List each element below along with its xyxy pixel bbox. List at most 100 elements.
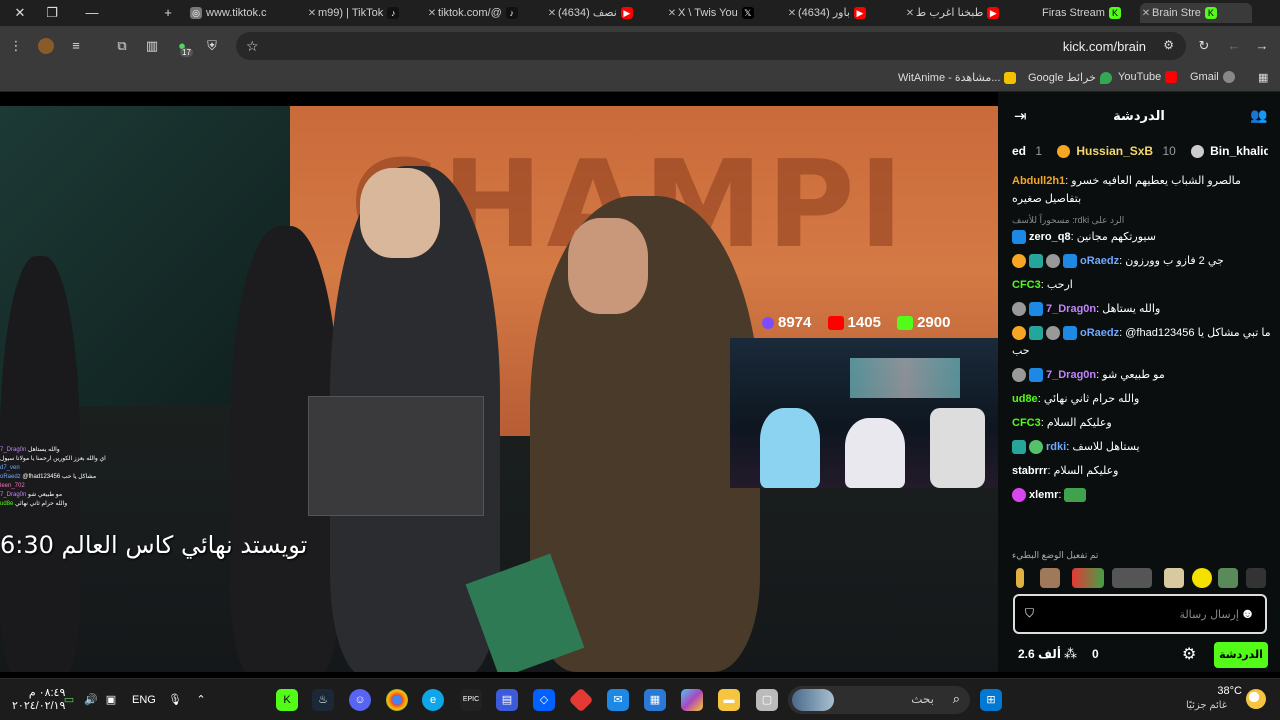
epic-games-icon[interactable]: EPIC	[460, 689, 482, 711]
tiktok-icon: ♪	[505, 7, 518, 20]
menu-dots-icon[interactable]: ⋮	[8, 38, 24, 54]
reload-icon[interactable]: ↻	[1196, 38, 1212, 54]
close-tab-icon[interactable]: ✕	[306, 4, 318, 23]
mail-icon[interactable]: ✉	[607, 689, 629, 711]
close-tab-icon[interactable]: ✕	[786, 4, 798, 23]
taskbar-search[interactable]: بحث ⌕	[788, 686, 970, 714]
bookmark-google-maps[interactable]: Google خرائط	[1028, 71, 1112, 85]
close-tab-icon[interactable]: ✕	[1140, 4, 1152, 23]
volume-icon[interactable]: 🔊	[80, 689, 102, 711]
chat-settings-icon[interactable]: ⚙	[1182, 644, 1196, 664]
people-icon: ⁂	[1064, 646, 1077, 661]
bookmark-witanime[interactable]: WitAnime - مشاهدة...	[898, 71, 1017, 85]
edge-icon[interactable]: e	[422, 689, 444, 711]
show-hidden-icons[interactable]: ⌃	[190, 689, 212, 711]
site-settings-icon[interactable]: ⚙	[1163, 38, 1174, 52]
bookmarks-manager-icon[interactable]: ▥	[144, 38, 160, 54]
chat-username[interactable]: CFC3	[1012, 279, 1041, 291]
tab-tiktok-1[interactable]: ◎ www.tiktok.c	[186, 3, 298, 23]
shield-icon[interactable]: ⛉	[1025, 606, 1034, 621]
close-window-icon[interactable]: ✕	[8, 3, 32, 23]
weather-widget[interactable]: 38°C	[1210, 685, 1242, 697]
close-tab-icon[interactable]: ✕	[426, 4, 438, 23]
chat-username[interactable]: zero_q8	[1029, 231, 1071, 243]
close-tab-icon[interactable]: ✕	[666, 4, 678, 23]
chat-message-input[interactable]	[1045, 605, 1239, 623]
steam-icon[interactable]: ♨	[312, 689, 334, 711]
tab-label: Firas Stream	[1042, 7, 1105, 19]
chat-username[interactable]: oRaedz	[1080, 255, 1119, 267]
tab-youtube-3[interactable]: ✕ طبخنا اغرب ط ▶	[904, 3, 1016, 23]
users-icon[interactable]: 👥	[1250, 107, 1267, 124]
gifter-item[interactable]: Bin_khalid	[1191, 144, 1268, 159]
dropbox-icon[interactable]: ◇	[533, 689, 555, 711]
overlay-chat-user: 7_Drag0n	[0, 447, 27, 453]
chat-username[interactable]: 7_Drag0n	[1046, 303, 1096, 315]
profile-avatar[interactable]	[38, 38, 54, 54]
emote-icon[interactable]	[1072, 568, 1104, 588]
app-icon[interactable]: ▤	[496, 689, 518, 711]
emote-icon[interactable]	[1218, 568, 1238, 588]
chrome-icon[interactable]	[386, 689, 408, 711]
send-chat-button[interactable]: الدردشة	[1214, 642, 1268, 668]
store-icon[interactable]: ▦	[644, 689, 666, 711]
tab-x[interactable]: ✕ X \ Twis You 𝕏	[666, 3, 778, 23]
display-icon[interactable]: ▣	[100, 689, 122, 711]
bookmark-youtube[interactable]: YouTube	[1118, 71, 1178, 84]
tab-youtube-1[interactable]: ✕ (4634) نصف ▶	[546, 3, 658, 23]
emote-icon[interactable]	[1164, 568, 1184, 588]
gifter-item[interactable]: Hussian_SxB 10	[1057, 144, 1181, 159]
tab-kick-firas[interactable]: Firas Stream K	[1022, 3, 1134, 23]
kick-app-icon[interactable]: K	[276, 689, 298, 711]
chat-input-box[interactable]: ⛉ ☻	[1013, 594, 1267, 634]
app-icon[interactable]: ▢	[756, 689, 778, 711]
extensions-icon[interactable]: ⧉	[114, 38, 130, 54]
language-indicator[interactable]: ENG	[132, 694, 156, 706]
address-bar[interactable]: ☆ kick.com/brain ⚙	[236, 32, 1186, 60]
bookmarks-bar: ▦ Gmail YouTube Google خرائط WitAnime - …	[0, 66, 1280, 92]
discord-icon[interactable]: ☺	[349, 689, 371, 711]
apps-grid-icon[interactable]: ▦	[1258, 71, 1268, 84]
emoji-icon[interactable]: ☻	[1240, 605, 1255, 621]
chat-username[interactable]: oRaedz	[1080, 327, 1119, 339]
battery-icon[interactable]: ▭	[58, 689, 80, 711]
app-icon[interactable]	[568, 687, 594, 713]
close-tab-icon[interactable]: ✕	[546, 4, 558, 23]
chat-username[interactable]: 7_Drag0n	[1046, 369, 1096, 381]
tab-search-icon[interactable]: ≡	[68, 38, 84, 54]
gifter-item[interactable]: ed 1	[1012, 144, 1048, 158]
start-windows-icon[interactable]: ⊞	[980, 689, 1002, 711]
chat-username[interactable]: Abdull2h1	[1012, 175, 1065, 187]
chat-username[interactable]: rdki	[1046, 441, 1066, 453]
tab-kick-brain[interactable]: ✕ Brain Stre K	[1140, 3, 1252, 23]
emote-icon[interactable]	[1040, 568, 1060, 588]
bookmark-gmail[interactable]: Gmail	[1190, 71, 1235, 84]
back-icon[interactable]: →	[1254, 38, 1270, 54]
restore-window-icon[interactable]: ❐	[40, 3, 64, 23]
youtube-viewers-count: 1405	[847, 314, 881, 331]
file-explorer-icon[interactable]: ▬	[718, 689, 740, 711]
chat-username[interactable]: stabrrr	[1012, 465, 1047, 477]
chat-username[interactable]: xlemr	[1029, 489, 1058, 501]
minimize-window-icon[interactable]: —	[80, 3, 104, 23]
video-player[interactable]: CHAMPI 7_Drag0n والله يستاهل اي والله بع…	[0, 106, 998, 672]
chat-username[interactable]: CFC3	[1012, 417, 1041, 429]
tab-tiktok-2[interactable]: ✕ m99) | TikTok ♪	[306, 3, 418, 23]
tab-youtube-2[interactable]: ✕ (4634) باور ▶	[786, 3, 898, 23]
shield-icon[interactable]: ⛨	[204, 38, 220, 54]
chat-message: 7_Drag0n: والله يستاهل	[1012, 300, 1272, 318]
emote-icon[interactable]	[1192, 568, 1212, 588]
new-tab-icon[interactable]: +	[156, 3, 180, 23]
microphone-icon[interactable]: 🎙	[164, 689, 186, 711]
forward-icon[interactable]: ←	[1226, 38, 1242, 54]
chat-username[interactable]: ud8e	[1012, 393, 1038, 405]
viewer-stats: 8974 1405 2900	[762, 314, 962, 334]
gift-badge-icon	[1012, 254, 1026, 269]
copilot-icon[interactable]	[681, 689, 703, 711]
emote-icon[interactable]	[1016, 568, 1024, 588]
emote-icon[interactable]	[1246, 568, 1266, 588]
close-tab-icon[interactable]: ✕	[904, 4, 916, 23]
bookmark-star-icon[interactable]: ☆	[246, 38, 259, 55]
emote-icon[interactable]	[1112, 568, 1152, 588]
tab-tiktok-3[interactable]: ✕ tiktok.com/@ ♪	[426, 3, 538, 23]
